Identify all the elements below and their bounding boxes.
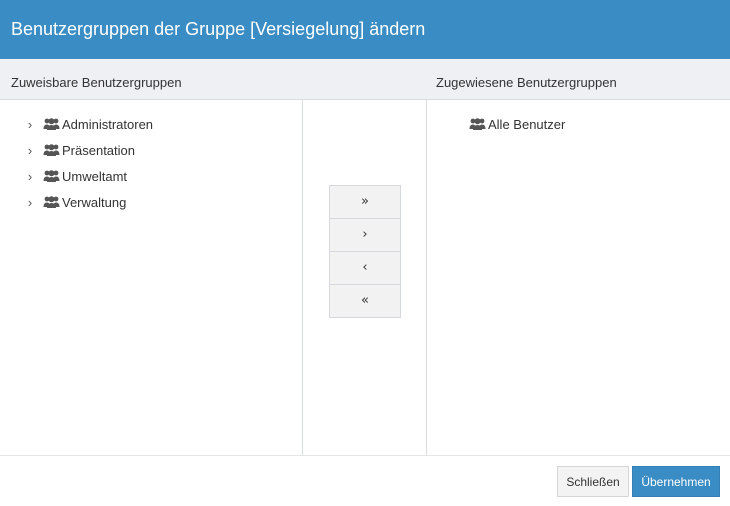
move-buttons-panel: » › ‹ « xyxy=(303,100,427,455)
chevron-right-icon[interactable]: › xyxy=(24,169,36,184)
dialog-title: Benutzergruppen der Gruppe [Versiegelung… xyxy=(0,0,730,59)
move-button-group: » › ‹ « xyxy=(329,185,401,318)
chevron-right-icon[interactable]: › xyxy=(24,117,36,132)
add-all-button[interactable]: » xyxy=(329,185,401,219)
group-label: Verwaltung xyxy=(62,194,127,210)
close-button[interactable]: Schließen xyxy=(557,466,629,497)
assigned-groups-panel: Alle Benutzer xyxy=(427,100,730,455)
available-groups-panel: › Administratoren › Präsentation › Umwel… xyxy=(0,100,303,455)
available-group-item-administratoren[interactable]: › Administratoren xyxy=(24,114,153,134)
chevron-right-icon[interactable]: › xyxy=(24,195,36,210)
chevron-right-icon[interactable]: › xyxy=(24,143,36,158)
available-group-item-praesentation[interactable]: › Präsentation xyxy=(24,140,135,160)
apply-button[interactable]: Übernehmen xyxy=(632,466,720,497)
remove-selected-button[interactable]: ‹ xyxy=(329,251,401,285)
dialog-footer: Schließen Übernehmen xyxy=(0,455,730,506)
group-label: Präsentation xyxy=(62,142,135,158)
column-header-bar: Zuweisbare Benutzergruppen Zugewiesene B… xyxy=(0,59,730,100)
users-icon xyxy=(43,117,60,131)
group-label: Umweltamt xyxy=(62,168,128,184)
users-icon xyxy=(469,117,486,131)
available-groups-heading: Zuweisbare Benutzergruppen xyxy=(11,75,182,90)
remove-all-button[interactable]: « xyxy=(329,284,401,318)
users-icon xyxy=(43,169,60,183)
available-group-item-verwaltung[interactable]: › Verwaltung xyxy=(24,192,127,212)
assigned-groups-heading: Zugewiesene Benutzergruppen xyxy=(436,75,617,90)
users-icon xyxy=(43,143,60,157)
group-label: Alle Benutzer xyxy=(488,116,566,132)
assigned-group-item-alle-benutzer[interactable]: Alle Benutzer xyxy=(469,114,565,134)
group-label: Administratoren xyxy=(62,116,154,132)
users-icon xyxy=(43,195,60,209)
available-group-item-umweltamt[interactable]: › Umweltamt xyxy=(24,166,127,186)
add-selected-button[interactable]: › xyxy=(329,218,401,252)
